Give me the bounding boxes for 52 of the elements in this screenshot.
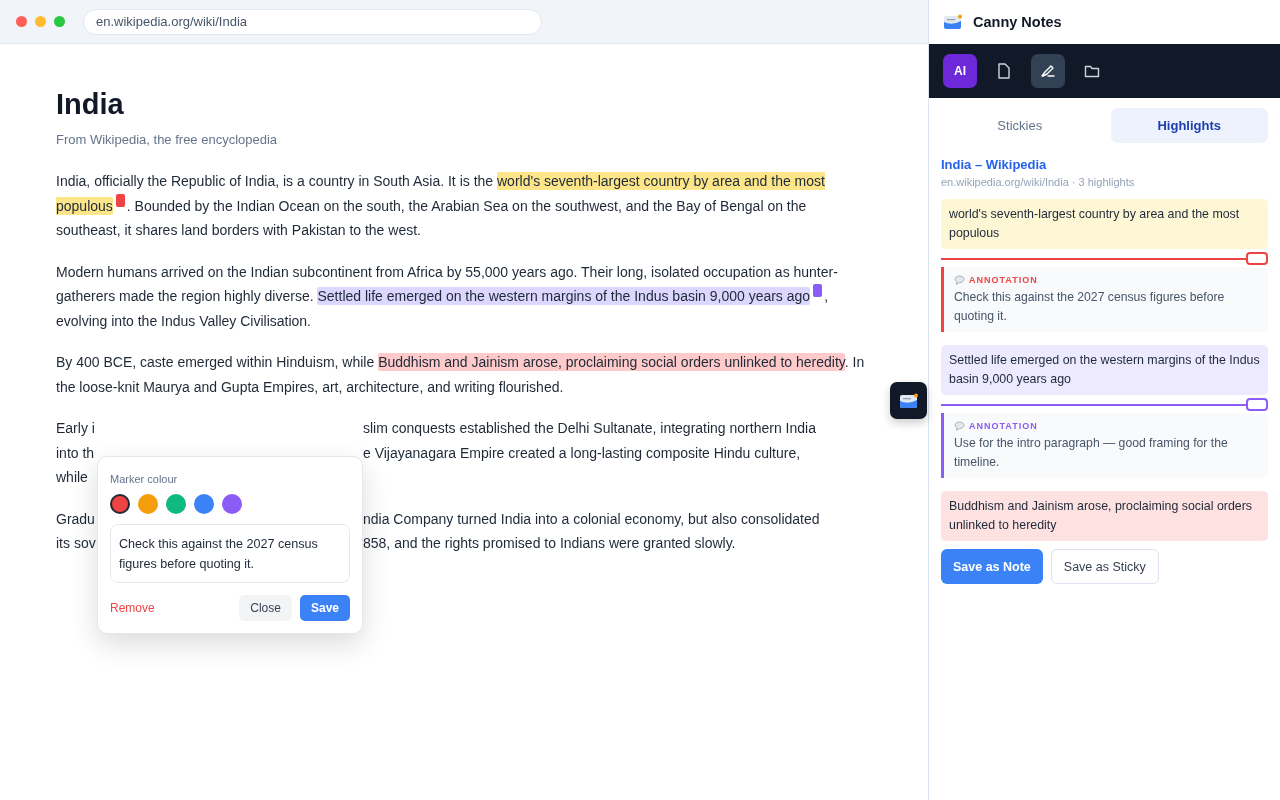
remove-button[interactable]: Remove [110, 601, 155, 615]
address-field[interactable]: en.wikipedia.org/wiki/India [83, 8, 542, 35]
pen-icon [1040, 64, 1056, 78]
toolbar-button[interactable] [1031, 54, 1065, 88]
tab[interactable]: Highlights [1110, 108, 1268, 143]
colour-swatch[interactable] [166, 494, 186, 514]
tab[interactable]: Stickies [941, 108, 1099, 143]
file-icon [997, 63, 1011, 79]
annotation-text: Check this against the 2027 census figures before quoting it. [954, 289, 1226, 325]
paragraph-fragment: 858, and the rights promised to Indians were granted slowly. [363, 534, 737, 553]
source-meta: en.wikipedia.org/wiki/India · 3 highlights [941, 176, 1136, 188]
paragraph: By 400 BCE, caste emerged within Hinduism, while Buddhism and Jainism arose, proclaiming social orders unlinked to heredity. In the loose-knit Maurya and Gupta Empires, art, architecture, and writing flourished. [56, 352, 866, 397]
colour-swatch[interactable] [194, 494, 214, 514]
annotation-label: ANNOTATION [969, 421, 1038, 431]
app-launcher-button[interactable] [890, 382, 927, 419]
speech-bubble-icon [954, 421, 965, 431]
save-sticky-button[interactable]: Save as Sticky [1050, 549, 1159, 584]
app-title: Canny Notes [973, 14, 1062, 30]
close-window-button[interactable] [16, 16, 27, 27]
paragraph-fragment: e Vijayanagara Empire created a long-lasting composite Hindu culture, [363, 443, 802, 463]
close-button[interactable]: Close [239, 595, 292, 621]
annotation-text: Use for the intro paragraph — good framing for the timeline. [954, 435, 1229, 471]
article-title: India [56, 87, 125, 122]
paragraph-fragment: its sov [56, 534, 97, 553]
annotation-label: ANNOTATION [969, 275, 1038, 285]
app-logo-icon [898, 392, 919, 409]
annotation-marker[interactable] [115, 193, 125, 207]
save-note-button[interactable]: Save as Note [941, 549, 1043, 584]
colour-swatch[interactable] [222, 494, 242, 514]
paragraph-fragment: while [56, 468, 89, 487]
colour-swatch[interactable] [138, 494, 158, 514]
paragraph: Modern humans arrived on the Indian subcontinent from Africa by 55,000 years ago. Their long, isolated occupation as hunter-gatherers made the region highly diverse. Settled life emerged on the western margins of the Indus basin 9,000 years ago , evolving into the Indus Valley Civilisation. [56, 262, 839, 331]
colour-swatch[interactable] [110, 494, 130, 514]
note-field[interactable]: Check this against the 2027 census figures before quoting it. [110, 524, 350, 583]
paragraph-fragment: Early i [56, 419, 96, 438]
speech-bubble-icon [954, 275, 965, 285]
highlight-card[interactable]: Settled life emerged on the western margins of the Indus basin 9,000 years ago [941, 345, 1268, 395]
annotation-marker[interactable] [813, 284, 823, 297]
save-button[interactable]: Save [299, 595, 350, 621]
highlight-card[interactable]: world's seventh-largest country by area and the most populous [941, 199, 1268, 249]
folder-icon [1084, 64, 1100, 78]
article-subtitle: From Wikipedia, the free encyclopedia [56, 132, 279, 147]
app-logo-icon [943, 14, 963, 30]
ai-button[interactable]: AI [943, 54, 977, 88]
highlight-card[interactable]: Buddhism and Jainism arose, proclaiming social orders unlinked to heredity [941, 491, 1268, 541]
paragraph-fragment: Gradu [56, 509, 96, 529]
paragraph-fragment: slim conquests established the Delhi Sultanate, integrating northern India [363, 419, 817, 438]
marker-colour-label: Marker colour [110, 473, 179, 485]
source-link[interactable]: India – Wikipedia [941, 157, 1268, 172]
paragraph: India, officially the Republic of India, is a country in South Asia. It is the world's seventh-largest country by area and the most populous . Bounded by the Indian Ocean on the south, the Arabian Sea on the southwest, and the Bay of Bengal on the southeast, it shares land borders with Pakistan to the west. [56, 171, 826, 240]
paragraph-fragment: ndia Company turned India into a colonial economy, but also consolidated [363, 509, 821, 529]
paragraph-fragment: into th [56, 443, 96, 463]
